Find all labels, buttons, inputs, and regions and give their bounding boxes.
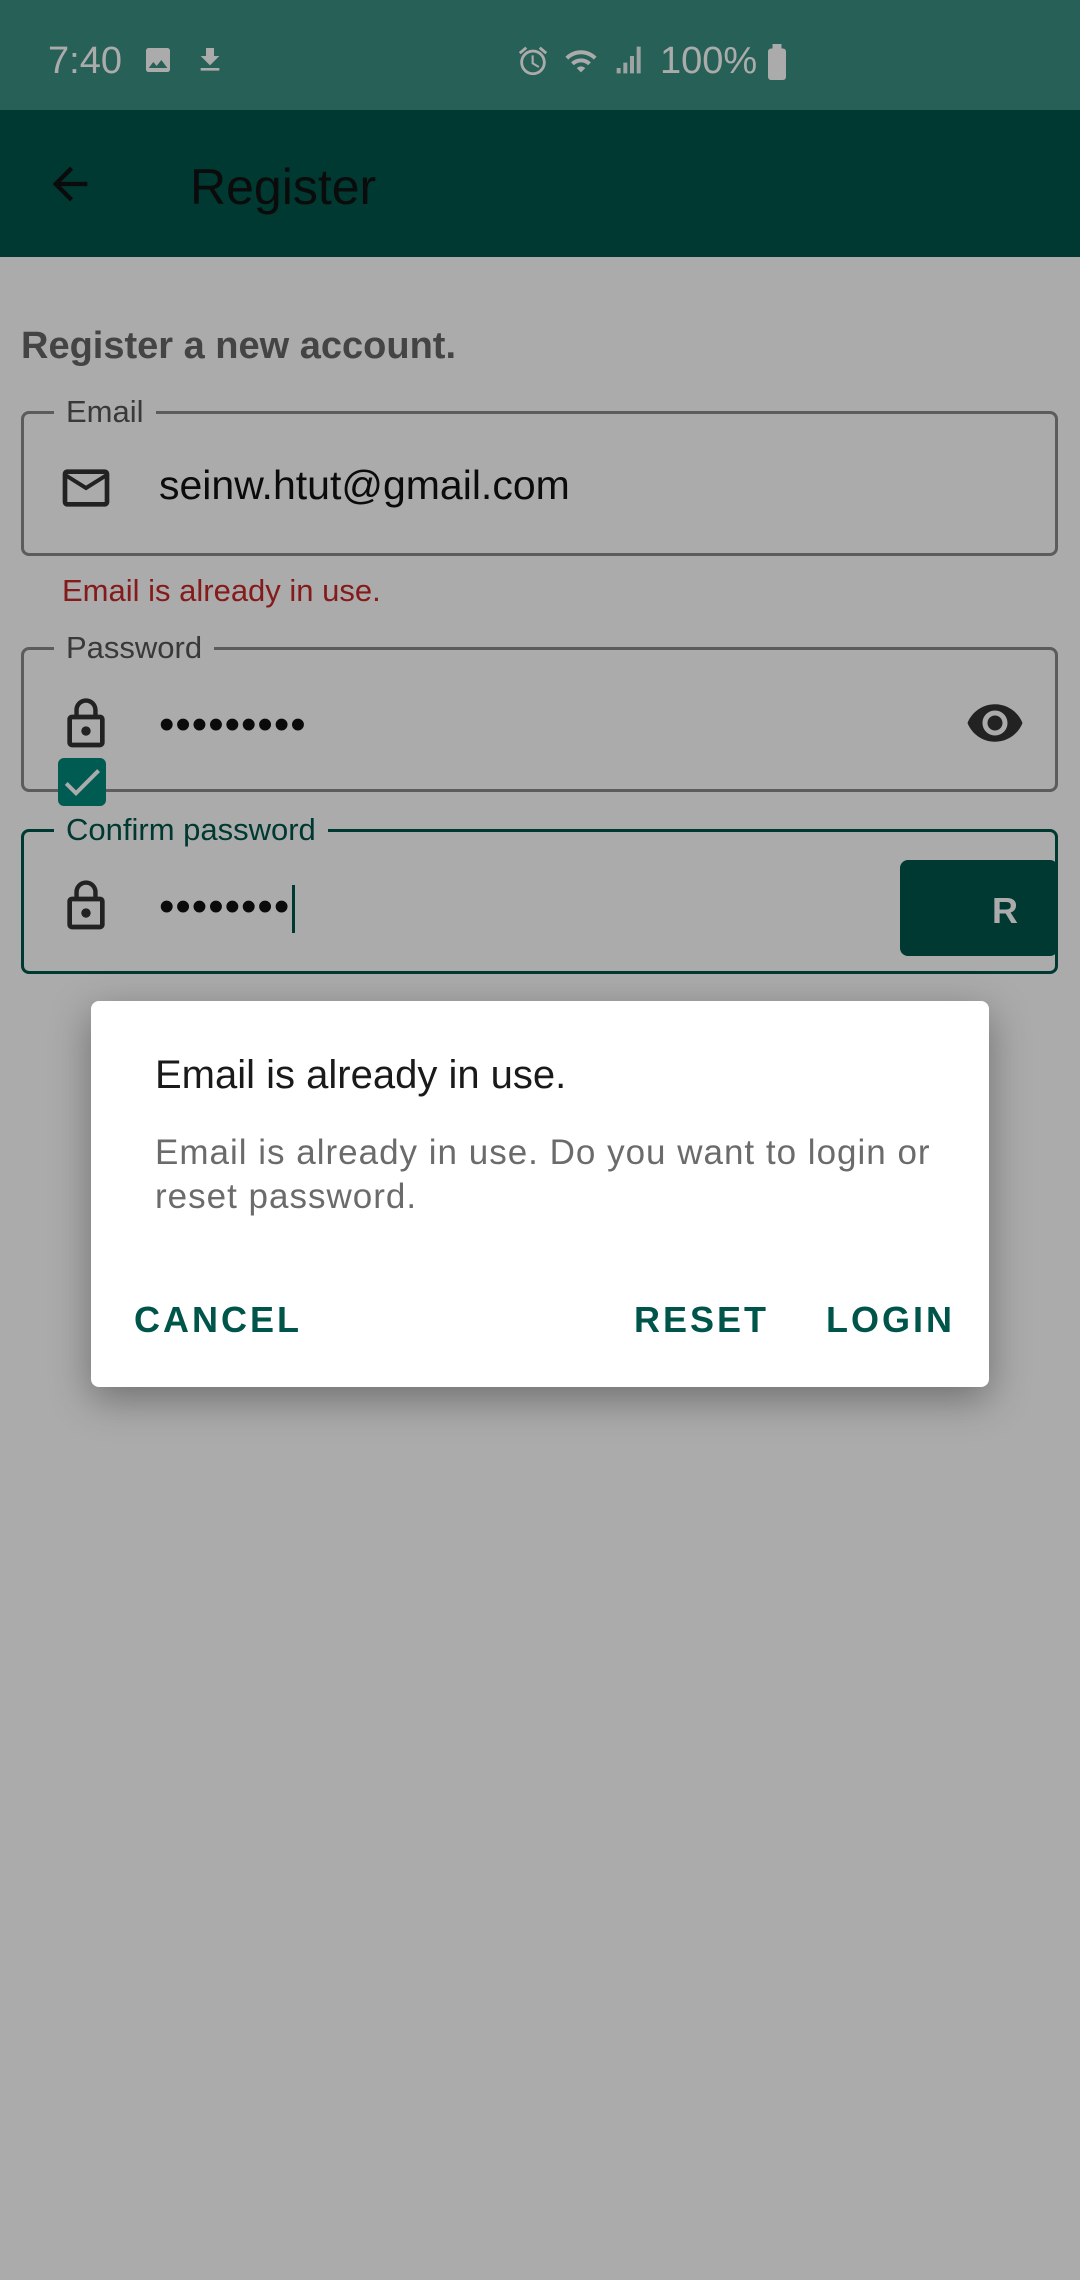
dialog-message: Email is already in use. Do you want to … xyxy=(155,1133,931,1216)
email-in-use-dialog: Email is already in use. Email is alread… xyxy=(91,1001,989,1387)
dialog-title: Email is already in use. xyxy=(155,1053,567,1097)
login-button[interactable]: LOGIN xyxy=(826,1299,955,1341)
cancel-button[interactable]: CANCEL xyxy=(134,1299,302,1341)
reset-button[interactable]: RESET xyxy=(634,1299,769,1341)
